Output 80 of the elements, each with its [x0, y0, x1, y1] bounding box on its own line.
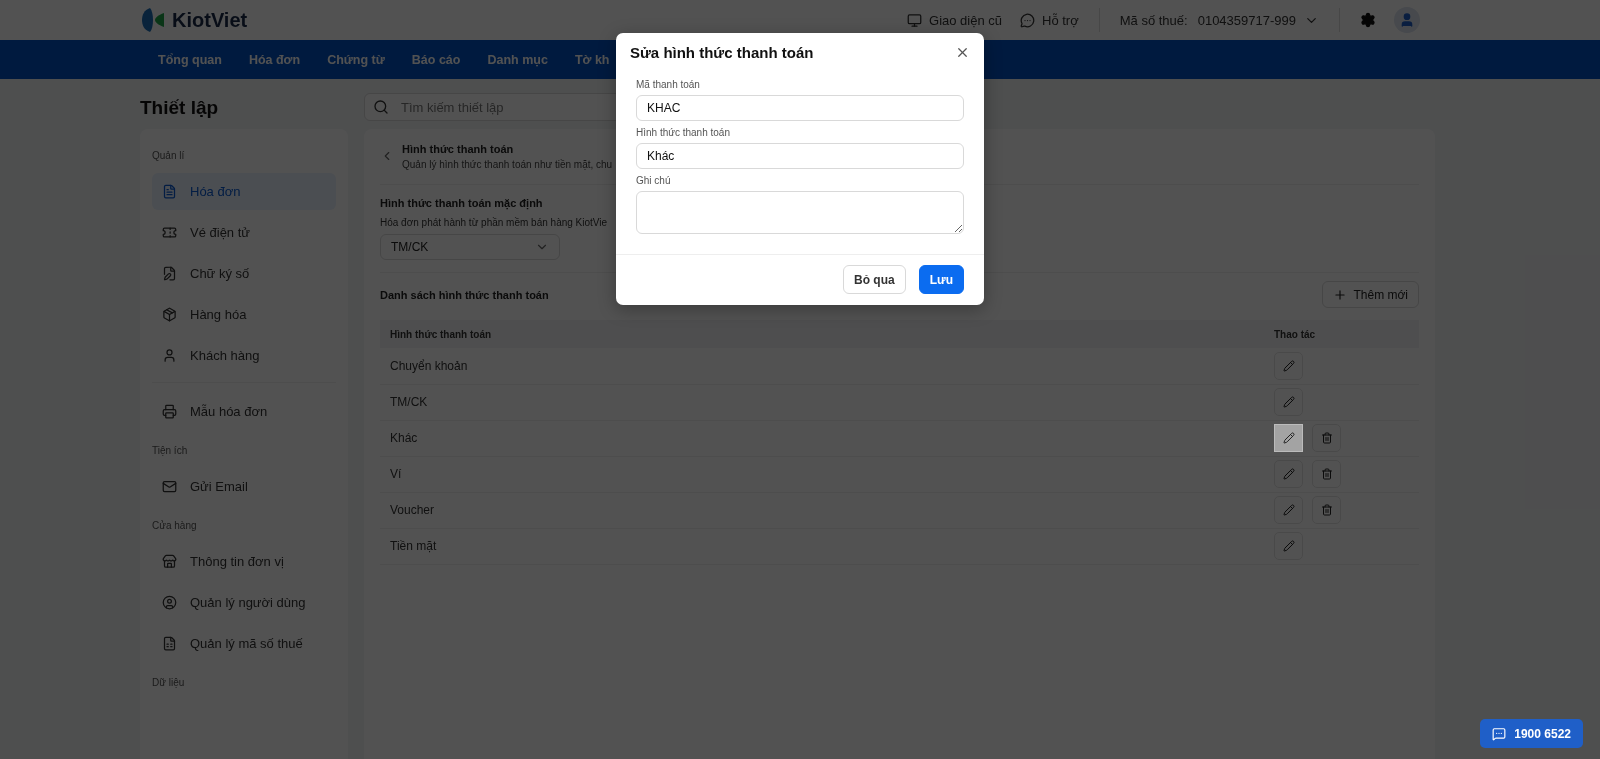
search-icon — [373, 99, 389, 115]
support-link[interactable]: Hỗ trợ — [1020, 12, 1079, 28]
default-method-description: Hóa đơn phát hành từ phần mềm bán hàng KiotVie — [380, 217, 609, 228]
trash-icon — [1320, 468, 1333, 480]
nav-item[interactable]: Hóa đơn — [248, 52, 301, 67]
pencil-icon — [1282, 540, 1295, 552]
default-method-title: Hình thức thanh toán mặc định — [380, 197, 544, 209]
nav-item[interactable]: Tổng quan — [158, 52, 222, 67]
menu-icon — [162, 266, 177, 281]
field-label: Hình thức thanh toán — [636, 127, 731, 138]
table-cell: Tiền mặt — [380, 528, 1264, 564]
sidebar-item[interactable]: Vé điện tử — [152, 214, 336, 251]
user-avatar[interactable] — [1394, 7, 1420, 33]
person-icon — [1399, 12, 1415, 28]
column-header: Hình thức thanh toán — [380, 320, 1264, 348]
list-title: Danh sách hình thức thanh toán — [380, 288, 549, 301]
save-button[interactable]: Lưu — [918, 265, 964, 294]
sidebar-item[interactable]: Thông tin đơn vị — [152, 543, 336, 580]
pencil-icon — [1282, 396, 1295, 408]
column-header: Thao tác — [1264, 320, 1419, 348]
table-cell: Voucher — [380, 492, 1264, 528]
trash-icon — [1320, 432, 1333, 444]
monitor-icon — [907, 12, 923, 28]
menu-icon — [162, 554, 177, 569]
menu-icon — [162, 348, 177, 363]
delete-button[interactable] — [1312, 424, 1341, 452]
delete-button[interactable] — [1312, 460, 1341, 488]
sidebar-item[interactable]: Khách hàng — [152, 337, 336, 374]
tax-code-dropdown[interactable]: 0104359717-999 — [1197, 12, 1319, 28]
chat-icon — [1492, 726, 1507, 741]
sidebar-item[interactable]: Chữ ký số — [152, 255, 336, 292]
menu-icon — [162, 636, 177, 651]
close-icon — [955, 45, 970, 60]
cancel-button[interactable]: Bỏ qua — [842, 265, 906, 294]
nav-item[interactable]: Báo cáo — [411, 52, 461, 67]
table-cell: Chuyển khoản — [380, 348, 1264, 384]
sidebar-item[interactable]: Hóa đơn — [152, 173, 336, 210]
input-field[interactable]: Khác — [636, 143, 964, 169]
section-title: Hình thức thanh toán — [402, 143, 515, 155]
chat-icon — [1020, 12, 1036, 28]
menu-icon — [162, 184, 177, 199]
pencil-icon — [1282, 432, 1295, 444]
menu-icon — [162, 225, 177, 240]
sidebar-item[interactable]: Quản lý người dùng — [152, 584, 336, 621]
menu-icon — [162, 404, 177, 419]
dialog-title: Sửa hình thức thanh toán — [630, 44, 814, 61]
trash-icon — [1320, 504, 1333, 516]
sidebar-item[interactable]: Quản lý mã số thuế — [152, 625, 336, 662]
logo-icon — [142, 7, 166, 33]
settings-icon[interactable] — [1360, 12, 1376, 28]
sidebar-item[interactable]: Hàng hóa — [152, 296, 336, 333]
old-interface-link[interactable]: Giao diện cũ — [907, 12, 1003, 28]
table-cell: TM/CK — [380, 384, 1264, 420]
add-button[interactable]: Thêm mới — [1322, 281, 1419, 308]
pencil-icon — [1282, 468, 1295, 480]
close-button[interactable] — [955, 45, 970, 60]
tax-code-label: Mã số thuế: — [1119, 12, 1188, 28]
table-cell: Ví — [380, 456, 1264, 492]
logo-text: KiotViet — [172, 8, 248, 32]
pencil-icon — [1282, 359, 1295, 372]
nav-item[interactable]: Danh mục — [487, 52, 548, 67]
menu-icon — [162, 307, 177, 322]
hotline-button[interactable]: 1900 6522 — [1480, 719, 1583, 748]
nav-item[interactable]: Chứng từ — [327, 52, 385, 67]
pencil-icon — [1282, 504, 1295, 516]
page-title: Thiết lập — [140, 96, 220, 120]
delete-button[interactable] — [1312, 496, 1341, 524]
menu-icon — [162, 479, 177, 494]
note-field[interactable] — [636, 191, 964, 234]
menu-icon — [162, 595, 177, 610]
sidebar-item[interactable]: Mẫu hóa đơn — [152, 393, 336, 430]
field-label: Ghi chú — [636, 175, 672, 186]
table-cell: Khác — [380, 420, 1264, 456]
edit-button[interactable] — [1274, 424, 1303, 452]
default-method-select[interactable]: TM/CK — [380, 234, 560, 260]
sidebar-item[interactable]: Gửi Email — [152, 468, 336, 505]
field-label: Mã thanh toán — [636, 79, 701, 90]
nav-item[interactable]: Tờ kh — [574, 52, 610, 67]
plus-icon — [1333, 287, 1348, 302]
input-field[interactable]: KHAC — [636, 95, 964, 121]
